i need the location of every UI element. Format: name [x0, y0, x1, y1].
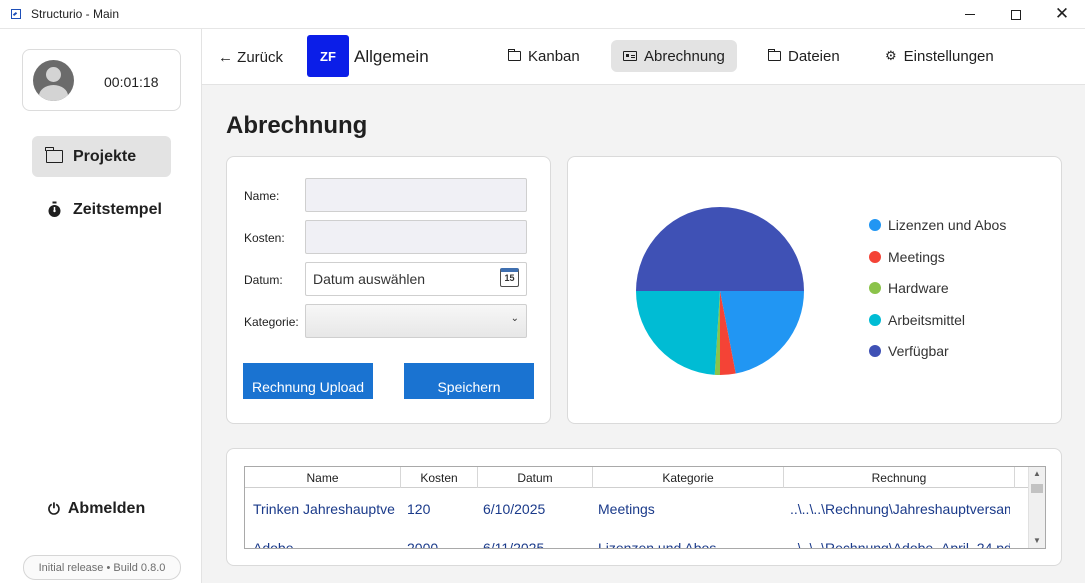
cell-kosten: 2000 — [407, 540, 439, 549]
scroll-thumb[interactable] — [1031, 484, 1043, 493]
table-header: Name Kosten Datum Kategorie Rechnung — [245, 467, 1029, 488]
project-badge: ZF — [307, 35, 349, 77]
cell-kategorie: Meetings — [598, 501, 655, 517]
date-picker[interactable]: Datum auswählen 15 — [305, 262, 527, 296]
cell-datum: 6/11/2025 — [483, 540, 545, 549]
invoice-table: Name Kosten Datum Kategorie Rechnung Tri… — [244, 466, 1046, 549]
legend-item: Verfügbar — [869, 343, 949, 359]
sidebar-item-label: Zeitstempel — [73, 200, 162, 218]
legend-dot — [869, 250, 881, 263]
column-header-kosten[interactable]: Kosten — [401, 467, 478, 488]
minimize-icon — [965, 14, 975, 15]
legend-label: Verfügbar — [888, 343, 949, 359]
folder-icon — [767, 48, 781, 61]
tab-label: Dateien — [788, 47, 840, 65]
invoice-table-card: Name Kosten Datum Kategorie Rechnung Tri… — [226, 448, 1062, 566]
folder-icon — [44, 147, 63, 163]
pie-slice-arbeitsmittel[interactable] — [636, 291, 720, 375]
sidebar: 00:01:18 Projekte Zeitstempel ⏻ Abmelden… — [0, 29, 202, 583]
tab-label: Einstellungen — [903, 47, 994, 65]
pie-chart — [636, 207, 804, 375]
legend-label: Hardware — [888, 280, 949, 296]
legend-label: Meetings — [888, 248, 945, 265]
cell-name: Trinken Jahreshauptversammlung — [253, 501, 395, 517]
date-label: Datum: — [244, 273, 283, 287]
cell-rechnung[interactable]: ..\..\..\Rechnung\Jahreshauptversammlung… — [790, 501, 1010, 517]
legend-dot — [869, 282, 881, 294]
project-name: Allgemein — [354, 47, 429, 66]
tab-label: Kanban — [528, 47, 580, 65]
pie-slice-verfügbar[interactable] — [636, 207, 804, 291]
sidebar-item-projekte[interactable]: Projekte — [32, 136, 171, 177]
window-controls: ✕ — [947, 0, 1085, 29]
column-header-kategorie[interactable]: Kategorie — [593, 467, 784, 488]
column-header-datum[interactable]: Datum — [478, 467, 593, 488]
save-button[interactable]: Speichern — [404, 363, 534, 399]
folder-icon — [507, 48, 521, 61]
build-badge: Initial release • Build 0.8.0 — [23, 555, 181, 580]
cell-kategorie: Lizenzen und Abos — [598, 540, 717, 549]
calendar-icon[interactable]: 15 — [500, 268, 519, 287]
budget-chart-card: Lizenzen und Abos Meetings Hardware Arbeits… — [567, 156, 1062, 424]
gear-icon: ⚙ — [885, 48, 897, 64]
close-button[interactable]: ✕ — [1039, 0, 1085, 29]
column-header-rechnung[interactable]: Rechnung — [784, 467, 1015, 488]
window-title: Structurio - Main — [31, 7, 120, 21]
upload-invoice-button[interactable]: Rechnung Upload — [243, 363, 373, 399]
expense-form-card: Name: Kosten: Datum: Datum auswählen 15 … — [226, 156, 551, 424]
sidebar-item-label: Projekte — [73, 147, 137, 165]
name-field[interactable] — [305, 178, 527, 212]
logout-label: Abmelden — [67, 500, 146, 517]
legend-dot — [869, 219, 881, 231]
legend-item: Lizenzen und Abos — [869, 217, 1006, 233]
date-placeholder: Datum auswählen — [313, 271, 426, 287]
power-icon: ⏻ — [48, 500, 60, 518]
cost-label: Kosten: — [244, 231, 285, 245]
tab-kanban[interactable]: Kanban — [496, 40, 592, 72]
avatar — [33, 60, 74, 101]
column-header-name[interactable]: Name — [245, 467, 401, 488]
close-icon: ✕ — [1054, 4, 1070, 24]
tab-einstellungen[interactable]: ⚙ Einstellungen — [873, 40, 1006, 72]
session-timer: 00:01:18 — [104, 74, 159, 90]
legend-dot — [869, 345, 881, 357]
legend-dot — [869, 313, 881, 326]
maximize-button[interactable] — [993, 0, 1039, 29]
chevron-down-icon: ⌄ — [510, 313, 519, 324]
page-title: Abrechnung — [226, 112, 368, 139]
legend-item: Meetings — [869, 249, 945, 265]
sidebar-item-zeitstempel[interactable]: Zeitstempel — [32, 189, 171, 230]
tab-abrechnung[interactable]: Abrechnung — [611, 40, 737, 72]
category-label: Kategorie: — [244, 315, 299, 329]
back-button[interactable]: ← Zurück — [218, 49, 283, 66]
cell-kosten: 120 — [407, 501, 431, 517]
legend-label: Lizenzen und Abos — [888, 217, 1007, 233]
project-navbar: ← Zurück ZF Allgemein Kanban Abrechnung … — [202, 29, 1085, 85]
maximize-icon — [1011, 9, 1021, 20]
legend-label: Arbeitsmittel — [888, 311, 966, 328]
bill-icon — [623, 51, 637, 61]
legend-item: Hardware — [869, 280, 949, 296]
cell-rechnung[interactable]: ..\..\..\Rechnung\Adobe_April_24.pdf — [790, 540, 1010, 548]
scroll-down-icon[interactable]: ▼ — [1033, 536, 1041, 545]
title-bar: Structurio - Main ✕ — [0, 0, 1085, 29]
scroll-up-icon[interactable]: ▲ — [1033, 469, 1041, 478]
user-card[interactable]: 00:01:18 — [22, 49, 181, 111]
app-icon — [11, 9, 21, 19]
stopwatch-icon — [45, 201, 63, 218]
cell-name: Adobe — [253, 540, 294, 549]
table-scrollbar[interactable]: ▲ ▼ — [1028, 467, 1045, 548]
category-select[interactable]: ⌄ — [305, 304, 527, 338]
tab-label: Abrechnung — [644, 47, 725, 65]
tab-dateien[interactable]: Dateien — [756, 40, 852, 72]
legend-item: Arbeitsmittel — [869, 312, 965, 328]
name-label: Name: — [244, 189, 280, 203]
minimize-button[interactable] — [947, 0, 993, 29]
cell-datum: 6/10/2025 — [483, 501, 546, 517]
logout-button[interactable]: ⏻ Abmelden — [48, 500, 145, 518]
cost-field[interactable] — [305, 220, 527, 254]
